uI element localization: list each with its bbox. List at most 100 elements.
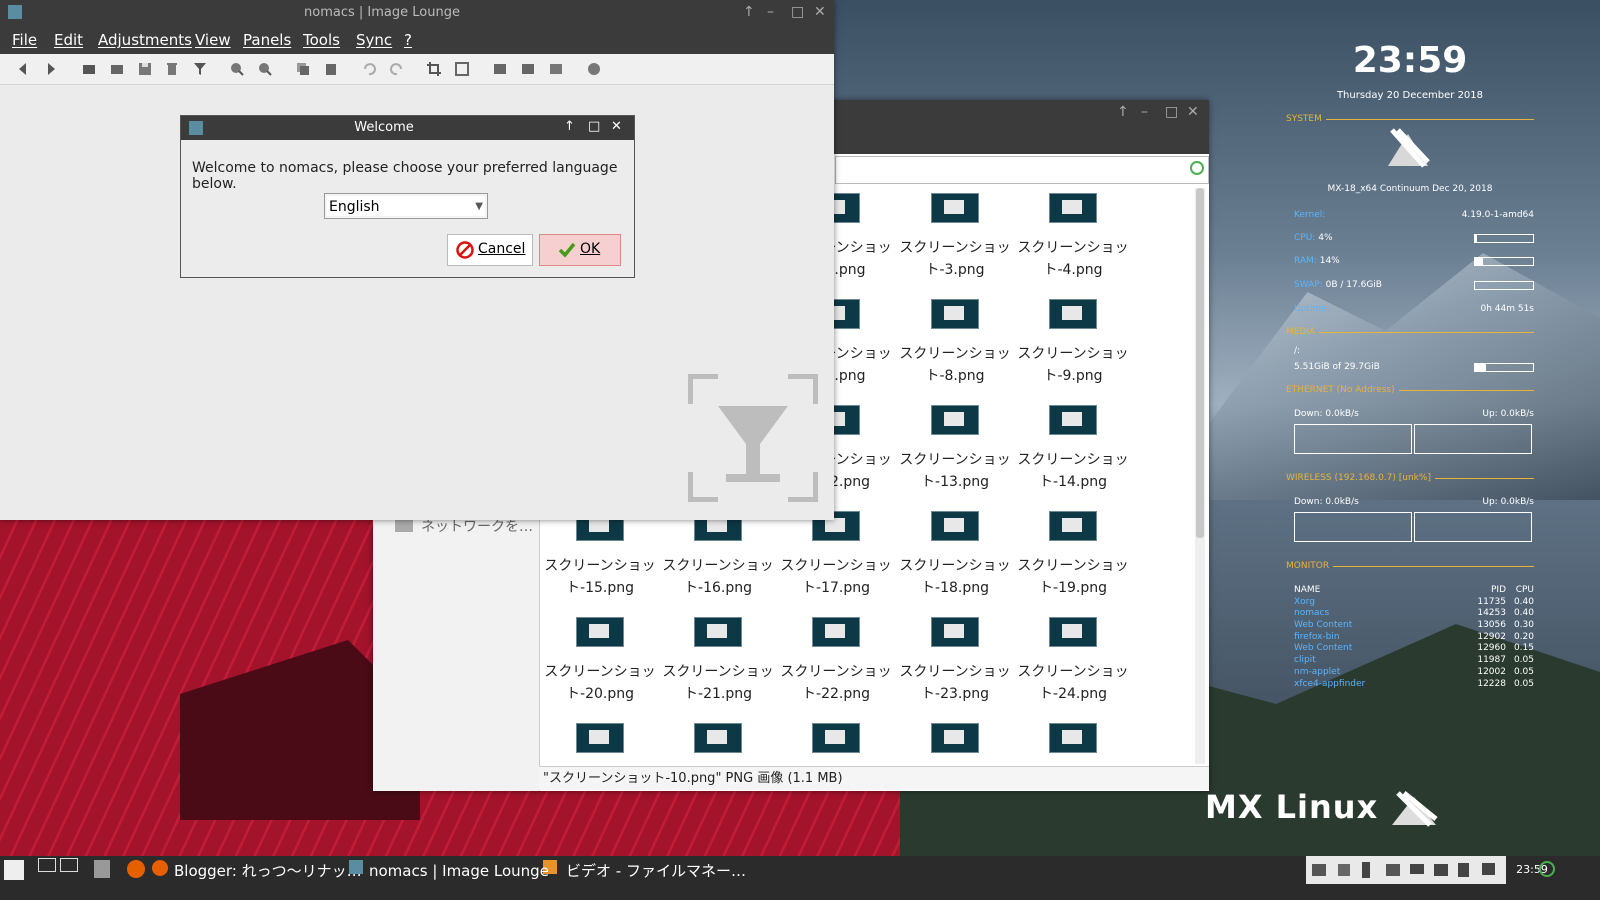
menu-edit[interactable]: Edit	[54, 31, 83, 49]
update-icon[interactable]	[1458, 863, 1469, 877]
workspace-2-icon[interactable]	[60, 858, 78, 872]
file-name: スクリーンショッ ト-21.png	[662, 664, 774, 702]
media-bar	[1474, 363, 1534, 372]
fullscreen-icon[interactable]	[493, 62, 507, 76]
dialog-titlebar[interactable]: Welcome ↑ □ ✕	[181, 116, 634, 140]
bluetooth-icon[interactable]	[1362, 862, 1370, 878]
fit-window-icon[interactable]	[521, 62, 535, 76]
task-blogger[interactable]: Blogger: れっつ〜リナッ…	[174, 860, 362, 882]
menu-adjustments[interactable]: Adjustments	[98, 31, 192, 49]
maximize-icon[interactable]: □	[588, 119, 600, 134]
menu-view[interactable]: View	[195, 31, 231, 49]
file-manager-launcher-icon[interactable]	[94, 860, 110, 878]
copy-icon[interactable]	[296, 62, 310, 76]
file-item[interactable]: スクリーンショッ ト-24.png	[1014, 612, 1132, 712]
file-item[interactable]: スクリーンショッ ト-23.png	[896, 612, 1014, 712]
globe-icon[interactable]	[587, 62, 601, 76]
file-item[interactable]: スクリーンショッ ト-3.png	[896, 188, 1014, 288]
open-icon[interactable]	[82, 62, 96, 76]
process-row: Web Content 12960 0.15	[1294, 643, 1534, 655]
file-item[interactable]: スクリーンショッ ト-20.png	[541, 612, 659, 712]
scrollbar[interactable]	[1195, 188, 1205, 764]
open-folder-icon[interactable]	[110, 62, 124, 76]
file-item[interactable]: スクリーンショッ ト-15.png	[541, 506, 659, 606]
refresh-icon[interactable]	[1190, 161, 1204, 175]
close-icon[interactable]: ✕	[1187, 104, 1199, 120]
cancel-button[interactable]: Cancel	[447, 234, 533, 266]
uptime-label: Uptime:	[1294, 304, 1330, 314]
language-select[interactable]: English ▼	[324, 193, 488, 219]
rotate-right-icon[interactable]	[390, 62, 404, 76]
language-value: English	[329, 199, 380, 215]
file-item[interactable]	[777, 718, 895, 764]
rotate-left-icon[interactable]	[362, 62, 376, 76]
zoom-in-icon[interactable]	[230, 62, 244, 76]
close-icon[interactable]: ✕	[814, 4, 826, 20]
file-item[interactable]: スクリーンショッ ト-8.png	[896, 294, 1014, 394]
file-name: スクリーンショッ ト-13.png	[899, 452, 1011, 490]
updater-icon[interactable]	[1539, 861, 1555, 877]
file-item[interactable]: スクリーンショッ ト-9.png	[1014, 294, 1132, 394]
delete-icon[interactable]	[165, 62, 179, 76]
clipboard-icon[interactable]	[1386, 864, 1400, 876]
cpu-bar	[1474, 234, 1534, 243]
window-up-icon[interactable]: ↑	[564, 119, 575, 134]
resize-icon[interactable]	[455, 62, 469, 76]
location-bar[interactable]	[835, 156, 1209, 184]
package-icon[interactable]	[1338, 864, 1350, 876]
file-item[interactable]: スクリーンショッ ト-13.png	[896, 400, 1014, 500]
zoom-out-icon[interactable]	[258, 62, 272, 76]
maximize-icon[interactable]: □	[1165, 104, 1178, 120]
task-nomacs[interactable]: nomacs | Image Lounge	[369, 860, 549, 882]
menu-help[interactable]: ?	[404, 31, 412, 49]
nomacs-titlebar[interactable]: nomacs | Image Lounge ↑ – □ ✕	[0, 0, 834, 26]
keyboard-icon[interactable]	[1312, 864, 1326, 876]
menu-panels[interactable]: Panels	[243, 31, 291, 49]
file-item[interactable]: スクリーンショッ ト-17.png	[777, 506, 895, 606]
workspace-1-icon[interactable]	[38, 858, 56, 872]
slideshow-icon[interactable]	[549, 62, 563, 76]
minimize-icon[interactable]: –	[767, 4, 774, 20]
file-item[interactable]: スクリーンショッ ト-14.png	[1014, 400, 1132, 500]
file-thumbnail	[1049, 299, 1097, 329]
previous-icon[interactable]	[16, 62, 30, 76]
window-up-icon[interactable]: ↑	[1117, 104, 1129, 120]
file-thumbnail	[931, 193, 979, 223]
eject-icon[interactable]	[1482, 863, 1495, 875]
next-icon[interactable]	[44, 62, 58, 76]
file-item[interactable]	[896, 718, 1014, 764]
ok-button[interactable]: OK	[539, 234, 621, 266]
file-item[interactable]	[659, 718, 777, 764]
crop-icon[interactable]	[427, 62, 441, 76]
file-item[interactable]	[541, 718, 659, 764]
swap-bar	[1474, 281, 1534, 290]
menu-sync[interactable]: Sync	[356, 31, 392, 49]
welcome-dialog[interactable]: Welcome ↑ □ ✕ Welcome to nomacs, please …	[180, 115, 635, 278]
minimize-icon[interactable]: –	[1141, 104, 1148, 120]
ram-row: RAM: 14%	[1294, 256, 1340, 266]
maximize-icon[interactable]: □	[791, 4, 804, 20]
file-item[interactable]: スクリーンショッ ト-4.png	[1014, 188, 1132, 288]
save-icon[interactable]	[138, 62, 152, 76]
firefox-icon[interactable]	[127, 860, 145, 878]
process-name: Web Content	[1294, 643, 1353, 654]
file-item[interactable]: スクリーンショッ ト-21.png	[659, 612, 777, 712]
volume-icon[interactable]	[1434, 864, 1448, 876]
task-file-manager[interactable]: ビデオ - ファイルマネー…	[566, 860, 746, 882]
mx-brand-icon	[1392, 791, 1438, 827]
menu-file[interactable]: File	[12, 31, 37, 49]
window-up-icon[interactable]: ↑	[743, 4, 755, 20]
dialog-title: Welcome	[354, 120, 414, 135]
file-item[interactable]: スクリーンショッ ト-16.png	[659, 506, 777, 606]
start-menu-icon[interactable]	[4, 860, 24, 880]
file-item[interactable]: スクリーンショッ ト-19.png	[1014, 506, 1132, 606]
file-item[interactable]: スクリーンショッ ト-22.png	[777, 612, 895, 712]
process-cpu: 0.05	[1513, 666, 1534, 677]
menu-tools[interactable]: Tools	[303, 31, 340, 49]
file-item[interactable]	[1014, 718, 1132, 764]
file-item[interactable]: スクリーンショッ ト-18.png	[896, 506, 1014, 606]
filter-icon[interactable]	[193, 62, 207, 76]
network-wifi-icon[interactable]	[1410, 864, 1424, 874]
paste-icon[interactable]	[324, 62, 338, 76]
close-icon[interactable]: ✕	[611, 119, 622, 134]
